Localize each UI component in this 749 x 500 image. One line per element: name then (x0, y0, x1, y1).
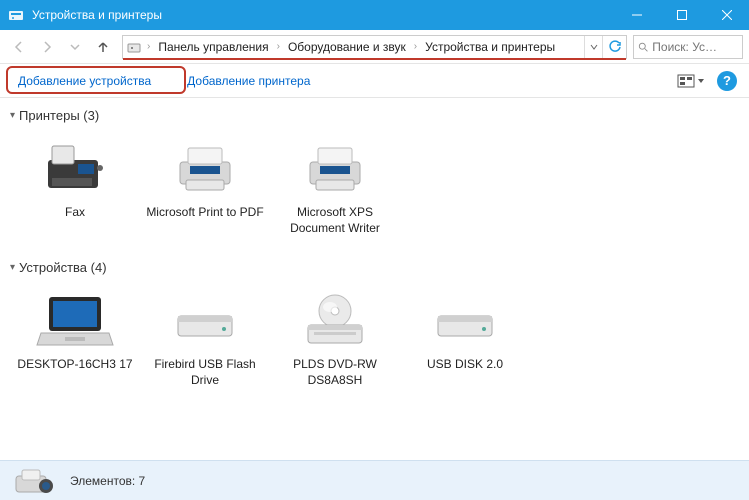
group-title: Устройства (4) (19, 260, 107, 275)
chevron-down-icon: ▾ (10, 262, 15, 273)
forward-button[interactable] (34, 34, 60, 60)
back-button[interactable] (6, 34, 32, 60)
group-header-printers[interactable]: ▾ Принтеры (3) (0, 102, 749, 129)
add-printer-button[interactable]: Добавление принтера (181, 70, 316, 92)
group-items: DESKTOP-16CH3 17 Firebird USB Flash Driv… (0, 281, 749, 406)
device-label: Microsoft XPS Document Writer (275, 205, 395, 236)
navbar: › Панель управления › Оборудование и зву… (0, 30, 749, 64)
status-text: Элементов: 7 (70, 474, 145, 488)
device-label: Microsoft Print to PDF (146, 205, 263, 221)
toolbar: Добавление устройства Добавление принтер… (0, 64, 749, 98)
search-box[interactable] (633, 35, 743, 59)
view-options-button[interactable] (677, 74, 705, 88)
drive-icon (165, 289, 245, 353)
device-label: DESKTOP-16CH3 17 (17, 357, 132, 373)
breadcrumb[interactable]: › Панель управления › Оборудование и зву… (122, 35, 627, 59)
drive-icon (425, 289, 505, 353)
printer-icon (165, 137, 245, 201)
device-label: Fax (65, 205, 85, 221)
statusbar: Элементов: 7 (0, 460, 749, 500)
optical-drive-icon (295, 289, 375, 353)
device-label: Firebird USB Flash Drive (145, 357, 265, 388)
group-items: Fax Microsoft Print to PDF Microsoft XPS… (0, 129, 749, 254)
device-label: USB DISK 2.0 (427, 357, 503, 373)
location-icon (123, 39, 145, 55)
group-header-devices[interactable]: ▾ Устройства (4) (0, 254, 749, 281)
group-title: Принтеры (3) (19, 108, 99, 123)
recent-button[interactable] (62, 34, 88, 60)
device-item[interactable]: USB DISK 2.0 (400, 283, 530, 394)
crumb-item[interactable]: Панель управления (152, 40, 274, 54)
fax-icon (35, 137, 115, 201)
device-item[interactable]: Firebird USB Flash Drive (140, 283, 270, 394)
chevron-down-icon (697, 77, 705, 85)
close-button[interactable] (704, 0, 749, 30)
breadcrumb-dropdown[interactable] (584, 36, 602, 58)
device-item[interactable]: Microsoft Print to PDF (140, 131, 270, 242)
highlight-underline (123, 58, 626, 60)
add-device-button[interactable]: Добавление устройства (12, 70, 157, 92)
window-title: Устройства и принтеры (32, 8, 614, 22)
search-icon (638, 41, 648, 53)
minimize-button[interactable] (614, 0, 659, 30)
app-icon (8, 7, 24, 23)
titlebar: Устройства и принтеры (0, 0, 749, 30)
device-item[interactable]: DESKTOP-16CH3 17 (10, 283, 140, 394)
chevron-right-icon: › (275, 41, 282, 52)
up-button[interactable] (90, 34, 116, 60)
chevron-down-icon: ▾ (10, 110, 15, 121)
device-item[interactable]: PLDS DVD-RW DS8A8SH (270, 283, 400, 394)
maximize-button[interactable] (659, 0, 704, 30)
chevron-right-icon: › (412, 41, 419, 52)
content-area: ▾ Принтеры (3) Fax Microsoft Print to PD… (0, 98, 749, 460)
chevron-right-icon: › (145, 41, 152, 52)
refresh-button[interactable] (602, 36, 626, 58)
crumb-item[interactable]: Устройства и принтеры (419, 40, 561, 54)
laptop-icon (35, 289, 115, 353)
device-item[interactable]: Microsoft XPS Document Writer (270, 131, 400, 242)
printer-icon (295, 137, 375, 201)
device-label: PLDS DVD-RW DS8A8SH (275, 357, 395, 388)
status-icon (10, 465, 58, 497)
search-input[interactable] (652, 40, 738, 54)
crumb-item[interactable]: Оборудование и звук (282, 40, 412, 54)
help-button[interactable]: ? (717, 71, 737, 91)
device-item[interactable]: Fax (10, 131, 140, 242)
